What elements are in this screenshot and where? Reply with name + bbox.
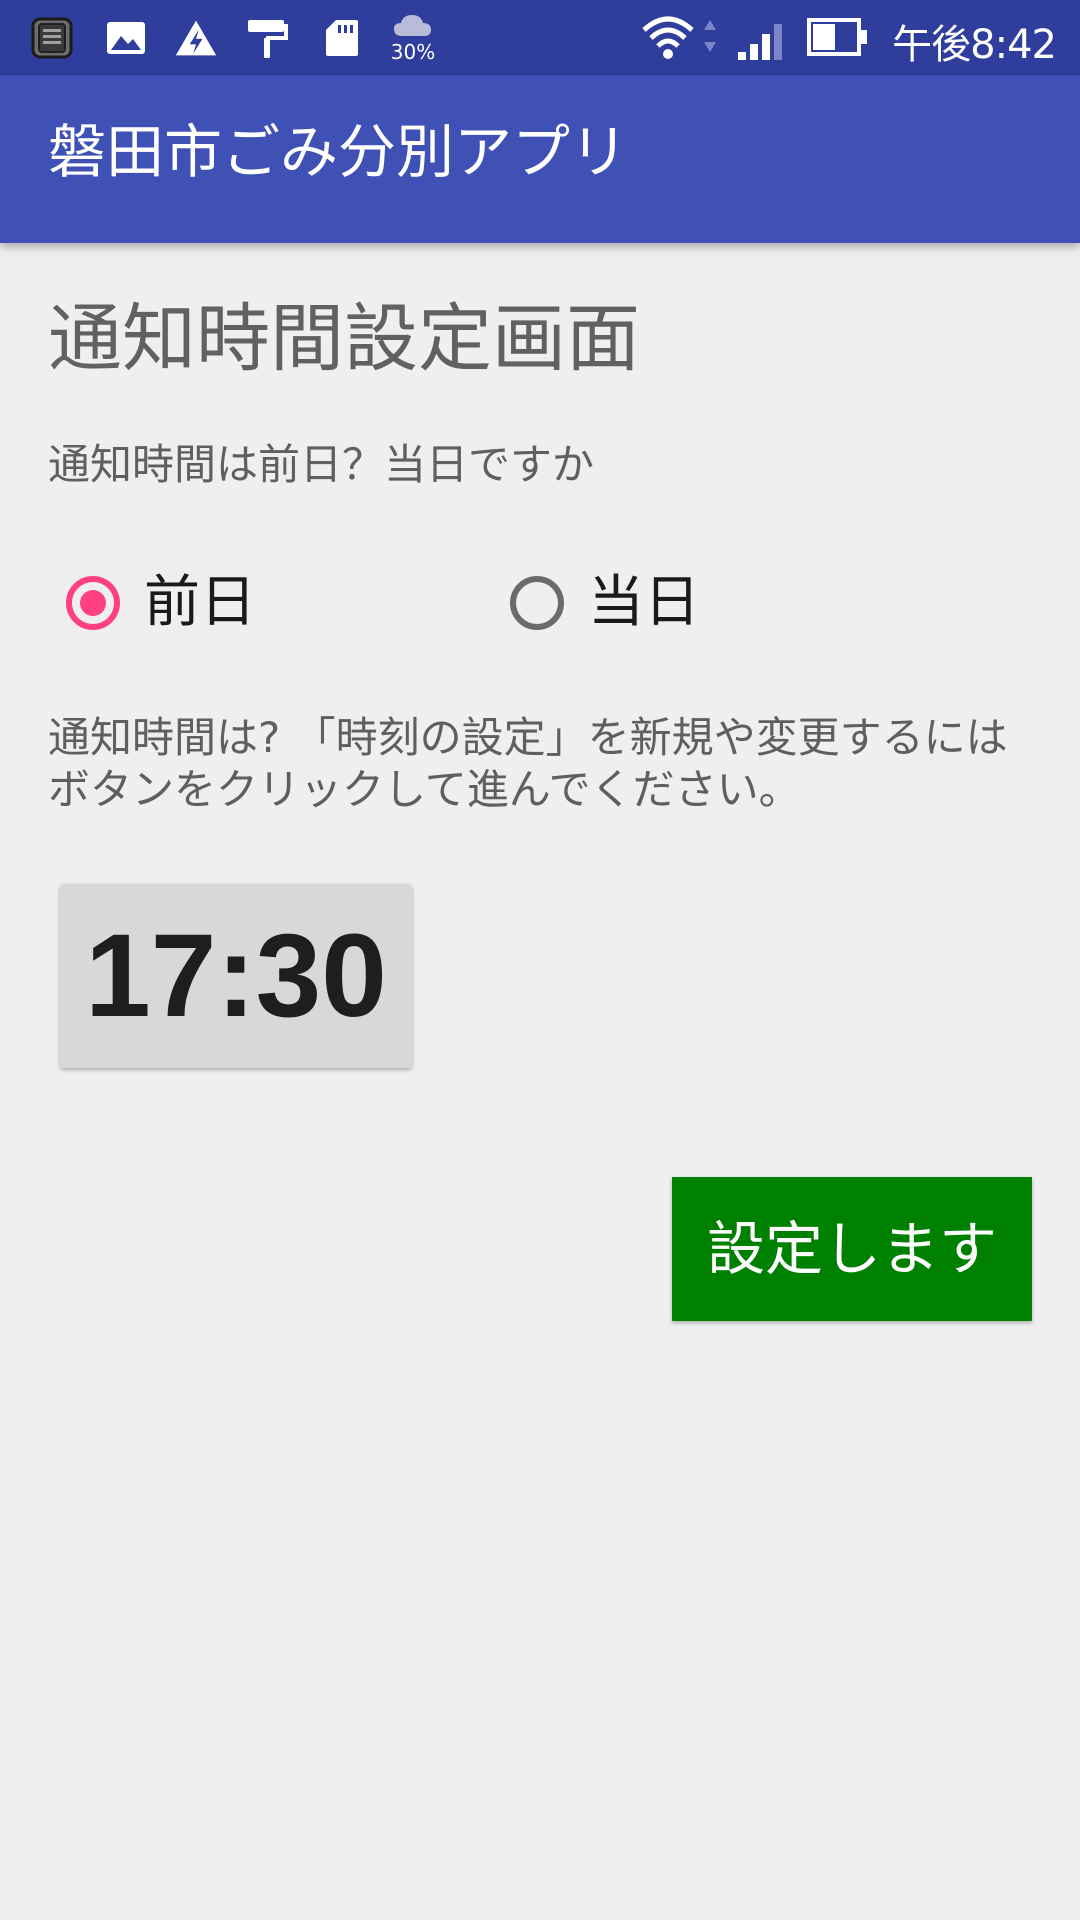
timing-question: 通知時間は前日？当日ですか	[48, 440, 595, 489]
radio-checked-icon[interactable]	[66, 576, 120, 630]
weather-indicator: 30%	[388, 10, 438, 68]
radio-label-previous-day: 前日	[144, 570, 256, 635]
image-icon	[104, 16, 148, 60]
radio-same-day[interactable]: 当日	[510, 570, 700, 636]
battery-icon	[806, 16, 870, 60]
sd-card-icon	[320, 16, 364, 60]
radio-unchecked-icon[interactable]	[510, 576, 564, 630]
wifi-icon	[640, 16, 720, 60]
instruction-text: 通知時間は? 「時刻の設定」を新規や変更するにはボタンをクリックして進んでくださ…	[48, 713, 1008, 814]
radio-label-same-day: 当日	[588, 570, 700, 635]
save-settings-button[interactable]: 設定します	[672, 1177, 1032, 1321]
warning-icon	[174, 16, 218, 60]
paint-roller-icon	[246, 16, 290, 60]
status-time: 午後8:42	[892, 22, 1057, 68]
notes-app-icon	[30, 16, 74, 60]
radio-previous-day[interactable]: 前日	[66, 570, 256, 636]
cloud-icon	[394, 15, 431, 36]
status-bar: 30% 午後8:42	[0, 0, 1080, 75]
save-settings-label: 設定します	[706, 1215, 997, 1283]
signal-icon	[736, 16, 792, 60]
weather-percent: 30%	[390, 40, 436, 64]
time-button-label: 17:30	[85, 910, 387, 1042]
page-title: 通知時間設定画面	[48, 296, 640, 382]
app-title: 磐田市ごみ分別アプリ	[48, 118, 629, 186]
time-picker-button[interactable]: 17:30	[60, 884, 412, 1068]
app-bar: 磐田市ごみ分別アプリ	[0, 75, 1080, 243]
